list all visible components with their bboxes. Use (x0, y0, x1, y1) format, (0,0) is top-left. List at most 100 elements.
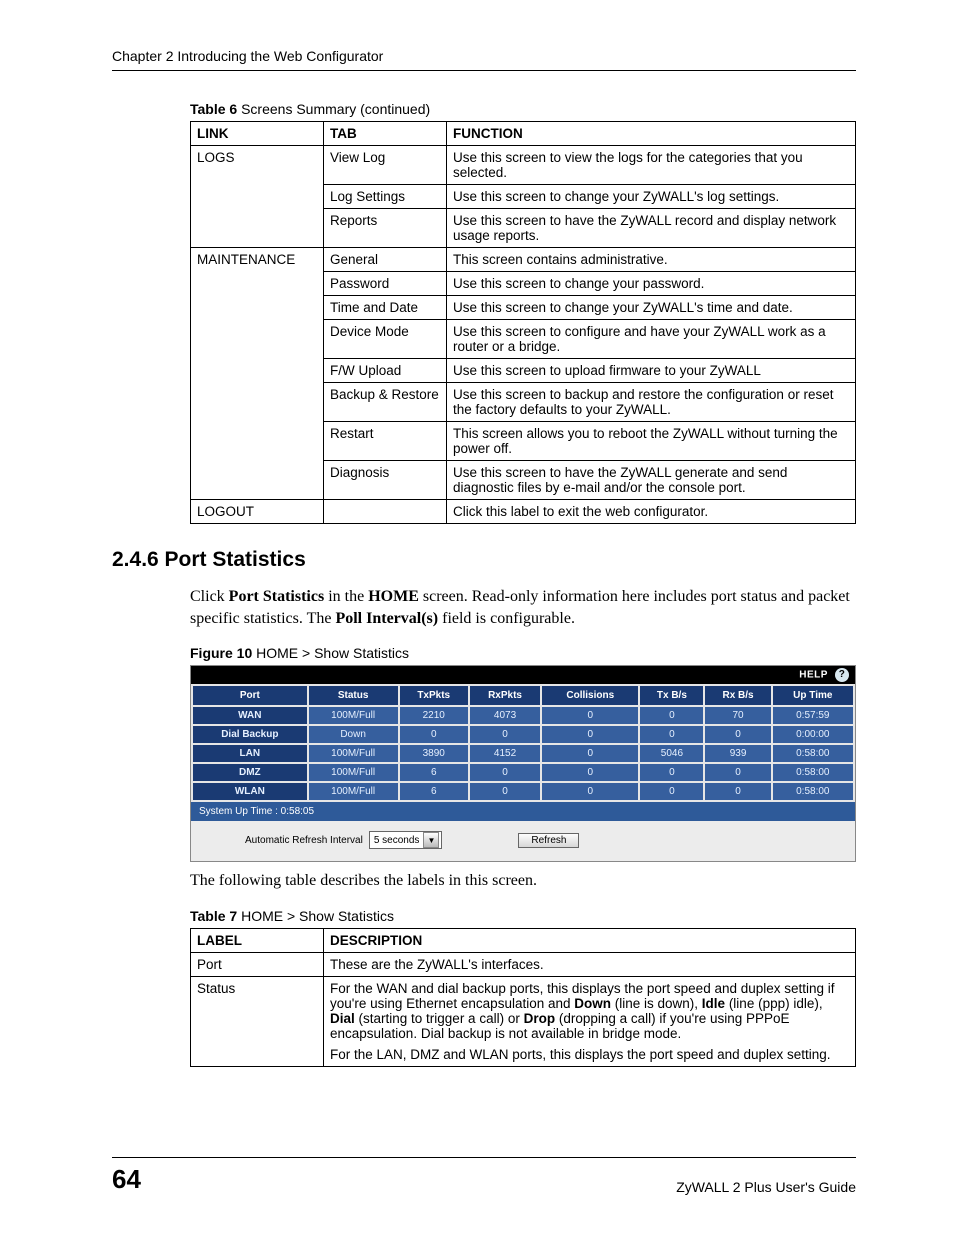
help-label[interactable]: HELP (799, 670, 828, 681)
table-row: LOGOUT Click this label to exit the web … (191, 500, 856, 524)
table6: LINK TAB FUNCTION LOGS View Log Use this… (190, 121, 856, 524)
stats-header: Tx B/s (640, 686, 703, 705)
table6-link-cell: LOGOUT (191, 500, 324, 524)
table6-fn-cell: Click this label to exit the web configu… (447, 500, 856, 524)
figure10-caption: Figure 10 HOME > Show Statistics (190, 645, 856, 661)
stats-cell: 70 (705, 707, 770, 724)
footer-doc-title: ZyWALL 2 Plus User's Guide (676, 1179, 856, 1195)
table7-header-desc: DESCRIPTION (324, 928, 856, 952)
table-row: Port These are the ZyWALL's interfaces. (191, 952, 856, 976)
table7-caption: Table 7 HOME > Show Statistics (190, 908, 856, 924)
table6-fn-cell: Use this screen to configure and have yo… (447, 320, 856, 359)
table6-header-tab: TAB (324, 122, 447, 146)
stats-cell: 0 (640, 764, 703, 781)
refresh-row: Automatic Refresh Interval 5 seconds ▼ R… (191, 821, 855, 861)
table7-header-label: LABEL (191, 928, 324, 952)
figure10-caption-rest: HOME > Show Statistics (252, 645, 409, 661)
stats-cell: 100M/Full (309, 745, 398, 762)
refresh-button[interactable]: Refresh (518, 833, 579, 848)
para-text: Click (190, 588, 229, 605)
stats-cell: 0 (542, 745, 638, 762)
para-text: field is configurable. (438, 610, 575, 627)
stats-row: DMZ100M/Full600000:58:00 (193, 764, 853, 781)
stats-cell: Down (309, 726, 398, 743)
section-heading: 2.4.6 Port Statistics (112, 548, 856, 572)
stats-cell: 0 (542, 707, 638, 724)
stats-cell: 0:58:00 (773, 764, 853, 781)
table6-fn-cell: Use this screen to backup and restore th… (447, 383, 856, 422)
stats-cell: Dial Backup (193, 726, 307, 743)
stats-header: Port (193, 686, 307, 705)
table6-fn-cell: This screen contains administrative. (447, 248, 856, 272)
stats-header: RxPkts (470, 686, 540, 705)
table7-label-cell: Port (191, 952, 324, 976)
stats-cell: 0 (640, 707, 703, 724)
table6-tab-cell: Password (324, 272, 447, 296)
refresh-interval-value: 5 seconds (374, 835, 420, 846)
desc-bold: Down (574, 996, 611, 1011)
stats-cell: WLAN (193, 783, 307, 800)
table-row: Status For the WAN and dial backup ports… (191, 976, 856, 1066)
table6-link-cell: LOGS (191, 146, 324, 248)
stats-cell: 0:00:00 (773, 726, 853, 743)
stats-cell: 0 (640, 726, 703, 743)
stats-cell: 4073 (470, 707, 540, 724)
table6-fn-cell: Use this screen to upload firmware to yo… (447, 359, 856, 383)
table6-tab-cell: Log Settings (324, 185, 447, 209)
stats-cell: 0 (640, 783, 703, 800)
stats-cell: 0 (470, 726, 540, 743)
stats-cell: 0 (705, 726, 770, 743)
stats-header: Status (309, 686, 398, 705)
table6-fn-cell: Use this screen to have the ZyWALL gener… (447, 461, 856, 500)
stats-cell: 100M/Full (309, 783, 398, 800)
header-rule (112, 70, 856, 71)
desc-bold: Drop (524, 1011, 556, 1026)
stats-header: Collisions (542, 686, 638, 705)
stats-cell: 0 (705, 783, 770, 800)
stats-cell: 4152 (470, 745, 540, 762)
table6-header-function: FUNCTION (447, 122, 856, 146)
para-bold: Port Statistics (229, 588, 325, 605)
table6-fn-cell: Use this screen to change your ZyWALL's … (447, 296, 856, 320)
para-bold: HOME (368, 588, 419, 605)
stats-cell: 0 (470, 783, 540, 800)
stats-cell: 0 (400, 726, 468, 743)
desc-bold: Dial (330, 1011, 355, 1026)
table6-fn-cell: Use this screen to have the ZyWALL recor… (447, 209, 856, 248)
stats-header: TxPkts (400, 686, 468, 705)
stats-cell: 939 (705, 745, 770, 762)
stats-cell: 0:58:00 (773, 745, 853, 762)
chapter-header: Chapter 2 Introducing the Web Configurat… (112, 48, 856, 64)
figure10-caption-bold: Figure 10 (190, 645, 252, 661)
help-icon[interactable]: ? (835, 668, 849, 682)
desc-text: (line is down), (611, 996, 702, 1011)
table6-fn-cell: Use this screen to view the logs for the… (447, 146, 856, 185)
table6-tab-cell: View Log (324, 146, 447, 185)
stats-cell: DMZ (193, 764, 307, 781)
table6-tab-cell: Diagnosis (324, 461, 447, 500)
desc-bold: Idle (702, 996, 725, 1011)
stats-cell: 0:57:59 (773, 707, 853, 724)
stats-cell: 0 (542, 726, 638, 743)
refresh-interval-select[interactable]: 5 seconds ▼ (369, 831, 443, 849)
statistics-table: Port Status TxPkts RxPkts Collisions Tx … (191, 684, 855, 802)
table-row: LOGS View Log Use this screen to view th… (191, 146, 856, 185)
stats-row: WLAN100M/Full600000:58:00 (193, 783, 853, 800)
stats-cell: LAN (193, 745, 307, 762)
stats-header: Rx B/s (705, 686, 770, 705)
after-figure-paragraph: The following table describes the labels… (190, 870, 856, 892)
table6-tab-cell: Restart (324, 422, 447, 461)
table7-caption-rest: HOME > Show Statistics (237, 908, 394, 924)
stats-cell: 0 (705, 764, 770, 781)
table-row: MAINTENANCE General This screen contains… (191, 248, 856, 272)
section-paragraph: Click Port Statistics in the HOME screen… (190, 586, 856, 629)
desc-text: (starting to trigger a call) or (355, 1011, 524, 1026)
stats-cell: 5046 (640, 745, 703, 762)
stats-cell: 6 (400, 783, 468, 800)
chevron-down-icon[interactable]: ▼ (423, 832, 439, 848)
table7-caption-bold: Table 7 (190, 908, 237, 924)
stats-row: WAN100M/Full2210407300700:57:59 (193, 707, 853, 724)
table6-fn-cell: This screen allows you to reboot the ZyW… (447, 422, 856, 461)
stats-cell: WAN (193, 707, 307, 724)
table7: LABEL DESCRIPTION Port These are the ZyW… (190, 928, 856, 1067)
